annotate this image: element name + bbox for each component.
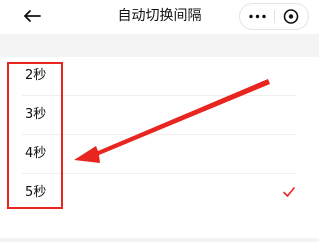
checkmark-icon (283, 187, 295, 197)
option-label: 2秒 (25, 68, 47, 83)
option-label: 5秒 (25, 185, 47, 200)
back-arrow-icon (24, 10, 41, 22)
close-button[interactable] (275, 4, 308, 29)
option-2s[interactable]: 2秒 (0, 57, 319, 96)
mini-program-capsule (239, 3, 309, 30)
option-label: 3秒 (25, 107, 47, 122)
screen: 自动切换间隔 2秒 3秒 4秒 5秒 (0, 0, 319, 242)
option-4s[interactable]: 4秒 (0, 135, 319, 174)
interval-options-list: 2秒 3秒 4秒 5秒 (0, 57, 319, 242)
navigation-bar: 自动切换间隔 (0, 0, 319, 34)
bottom-gap (0, 238, 319, 242)
option-5s[interactable]: 5秒 (0, 174, 319, 213)
option-label: 4秒 (25, 146, 47, 161)
back-button[interactable] (22, 7, 44, 25)
close-circle-icon (283, 9, 299, 24)
more-dots-icon (249, 14, 266, 19)
section-gap (0, 34, 319, 57)
more-button[interactable] (240, 4, 275, 29)
option-3s[interactable]: 3秒 (0, 96, 319, 135)
